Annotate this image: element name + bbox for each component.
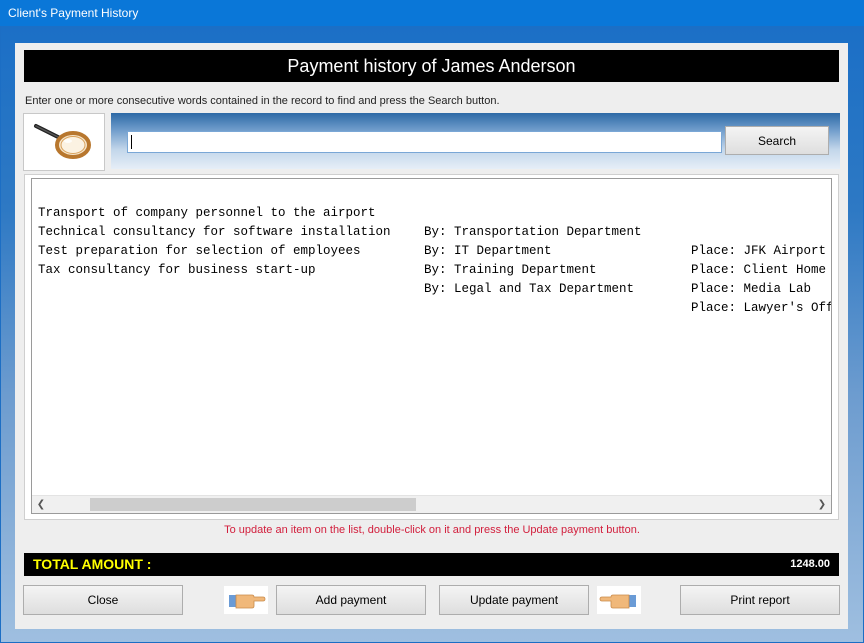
total-value: 1248.00 (790, 558, 830, 570)
add-payment-button[interactable]: Add payment (276, 585, 426, 615)
print-report-button[interactable]: Print report (680, 585, 840, 615)
horizontal-scrollbar[interactable]: ❮ ❯ (32, 495, 831, 513)
record-place: Place: JFK Airport (691, 244, 827, 258)
update-payment-button[interactable]: Update payment (439, 585, 589, 615)
record-place: Place: Media Lab (691, 282, 812, 296)
record-by: By: IT Department (424, 244, 552, 258)
pointer-hand-left (224, 586, 268, 614)
close-button[interactable]: Close (23, 585, 183, 615)
update-hint: To update an item on the list, double-cl… (224, 524, 640, 536)
record-place: Place: Lawyer's Off (691, 301, 832, 315)
magnifier-icon-box (23, 113, 105, 171)
record-description: Transport of company personnel to the ai… (38, 206, 376, 220)
record-description: Tax consultancy for business start-up (38, 263, 316, 277)
window-titlebar: Client's Payment History (0, 0, 864, 26)
pointing-hand-icon (599, 594, 636, 609)
records-list[interactable]: Transport of company personnel to the ai… (31, 178, 832, 514)
search-input[interactable] (127, 131, 722, 153)
magnifying-glass-icon (34, 124, 91, 159)
list-item[interactable]: Tax consultancy for business start-up By… (38, 242, 831, 315)
list-item[interactable]: Transport of company personnel to the ai… (38, 185, 826, 258)
text-cursor (131, 135, 132, 149)
window-title: Client's Payment History (8, 6, 139, 20)
record-by: By: Transportation Department (424, 225, 642, 239)
search-button[interactable]: Search (725, 126, 829, 155)
record-by: By: Training Department (424, 263, 597, 277)
list-item[interactable]: Technical consultancy for software insta… (38, 204, 826, 277)
page-title: Payment history of James Anderson (24, 50, 839, 82)
search-hint: Enter one or more consecutive words cont… (25, 95, 500, 107)
total-bar: TOTAL AMOUNT : 1248.00 (24, 553, 839, 576)
total-label: TOTAL AMOUNT : (33, 556, 152, 572)
pointer-hand-right (597, 586, 641, 614)
list-item[interactable]: Test preparation for selection of employ… (38, 223, 811, 296)
record-description: Technical consultancy for software insta… (38, 225, 391, 239)
scroll-right-icon[interactable]: ❯ (814, 497, 830, 512)
scrollbar-thumb[interactable] (90, 498, 416, 511)
record-by: By: Legal and Tax Department (424, 282, 635, 296)
scroll-left-icon[interactable]: ❮ (33, 497, 49, 512)
record-description: Test preparation for selection of employ… (38, 244, 361, 258)
pointing-hand-icon (229, 594, 266, 609)
record-place: Place: Client Home (691, 263, 827, 277)
